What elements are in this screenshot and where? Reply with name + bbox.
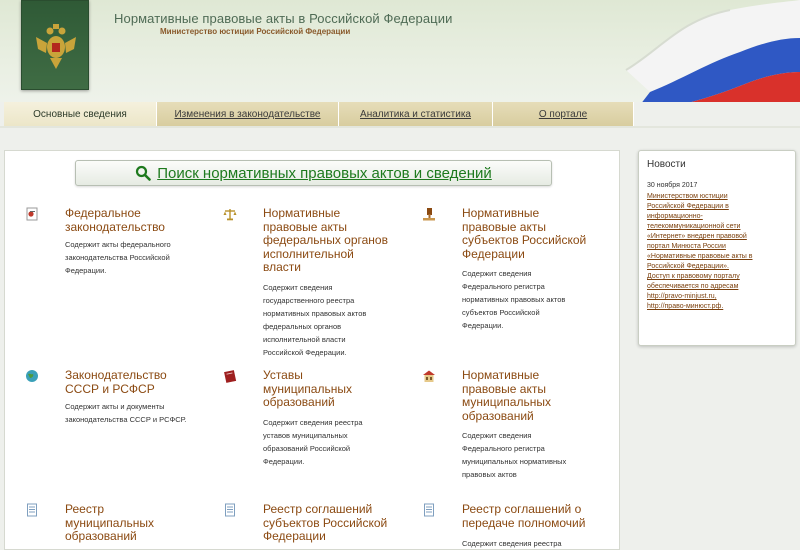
section-description: Содержит сведения Федерального регистра но… (462, 269, 566, 330)
transfer-document-icon (424, 503, 434, 517)
scales-icon (223, 209, 237, 221)
section-title[interactable]: Нормативные правовые акты муниципальных обр… (462, 368, 551, 423)
section-title[interactable]: Реестр соглашений субъектов Российской Фед… (263, 502, 387, 544)
tab-about[interactable]: О портале (493, 102, 634, 126)
news-date: 30 ноября 2017 (647, 182, 698, 189)
section-description: Содержит сведения государственного реестр… (263, 283, 367, 357)
search-button[interactable]: Поиск нормативных правовых актов и сведе… (75, 160, 552, 186)
section-description: Содержит акты федерального законодательст… (65, 240, 171, 275)
section-title[interactable]: Нормативные правовые акты федеральных орга… (263, 206, 388, 275)
section-federal-executive-acts: Нормативные правовые акты федеральных орга… (223, 206, 413, 357)
tab-analytics[interactable]: Аналитика и статистика (339, 102, 493, 126)
tab-divider (0, 126, 800, 128)
news-panel: Новости 30 ноября 2017 Министерством юст… (638, 150, 796, 346)
site-header: Нормативные правовые акты в Российской Ф… (0, 0, 800, 102)
agreement-document-icon (225, 503, 235, 517)
section-regional-acts: Нормативные правовые акты субъектов Россий… (422, 206, 612, 347)
section-municipal-registry: Реестр муниципальных образований (25, 502, 205, 549)
section-ussr-legislation: Законодательство СССР и РСФСР Содержит ак… (25, 368, 205, 449)
section-municipal-charters: Уставы муниципальных образований Содержит … (223, 368, 413, 479)
coat-of-arms-icon (36, 24, 76, 69)
emblem-logo[interactable] (21, 0, 89, 90)
section-title[interactable]: Нормативные правовые акты субъектов Россий… (462, 206, 586, 261)
section-title[interactable]: Реестр соглашений о передаче полномочий (462, 502, 585, 530)
tab-legislation-changes[interactable]: Изменения в законодательстве (157, 102, 339, 126)
site-subtitle: Министерство юстиции Российской Федераци… (160, 27, 351, 36)
globe-icon (26, 370, 38, 382)
tab-main-info[interactable]: Основные сведения (4, 102, 157, 126)
news-heading: Новости (647, 159, 686, 170)
section-description: Содержит сведения реестра (462, 539, 562, 548)
section-description: Содержит акты и документы законодательств… (65, 402, 187, 424)
section-powers-transfer: Реестр соглашений о передаче полномочий С… (422, 502, 612, 549)
main-tabs: Основные сведения Изменения в законодате… (4, 102, 634, 126)
gavel-icon (423, 208, 435, 221)
site-title: Нормативные правовые акты в Российской Ф… (114, 11, 453, 26)
law-document-icon (26, 207, 38, 221)
news-item-link[interactable]: Министерством юстиции Российской Федерац… (647, 192, 792, 312)
section-description: Содержит сведения Федерального регистра му… (462, 431, 567, 479)
section-title[interactable]: Реестр муниципальных образований (65, 502, 154, 544)
section-municipal-acts: Нормативные правовые акты муниципальных обр… (422, 368, 612, 499)
section-federal-legislation: Федеральное законодательство Содержит акт… (25, 206, 205, 337)
book-icon (224, 370, 237, 383)
section-description: Содержит сведения реестра уставов муницип… (263, 418, 363, 466)
section-title[interactable]: Федеральное законодательство (65, 206, 165, 234)
section-title[interactable]: Уставы муниципальных образований (263, 368, 352, 410)
search-label: Поиск нормативных правовых актов и сведе… (157, 164, 492, 182)
search-icon (136, 165, 152, 181)
building-icon (423, 370, 435, 382)
russian-flag-icon (625, 0, 800, 102)
section-regional-agreements: Реестр соглашений субъектов Российской Фед… (223, 502, 413, 549)
section-title[interactable]: Законодательство СССР и РСФСР (65, 368, 167, 396)
registry-document-icon (27, 503, 37, 517)
main-content: Поиск нормативных правовых актов и сведе… (4, 150, 620, 550)
